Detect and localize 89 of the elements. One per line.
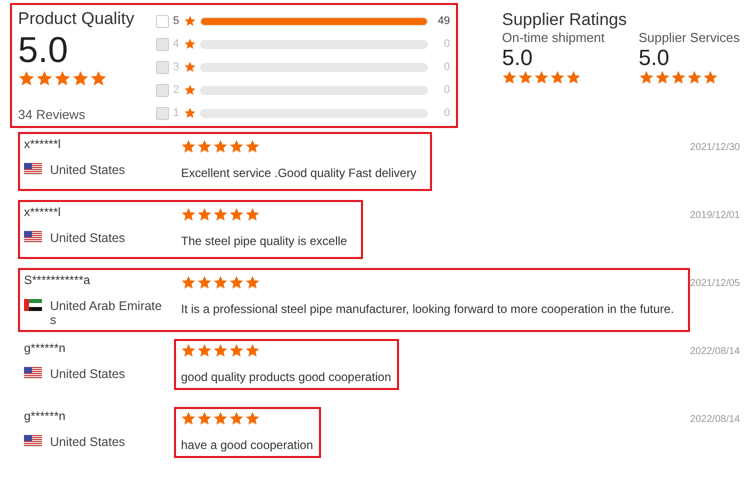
- star-icon: [245, 139, 260, 154]
- star-icon: [184, 84, 196, 96]
- star-icon: [229, 275, 244, 290]
- score: 5.0: [502, 45, 534, 70]
- star-icon: [197, 275, 212, 290]
- rating-count: 0: [442, 84, 450, 96]
- star-icon: [181, 207, 196, 222]
- star-icon: [654, 70, 670, 86]
- star-icon: [213, 411, 228, 426]
- country-name: United States: [50, 231, 126, 245]
- review-text: The steel pipe quality is excelle: [181, 234, 348, 248]
- review-date: 2022/08/14: [690, 413, 741, 425]
- star-icon: [181, 343, 196, 358]
- star-icon: [245, 207, 260, 222]
- section-title: Supplier Ratings: [502, 10, 628, 30]
- star-label: 1: [173, 107, 180, 119]
- flag-icon: [24, 231, 42, 243]
- star-icon: [502, 70, 517, 86]
- star-icon: [184, 61, 196, 73]
- star-icon: [229, 411, 244, 426]
- review-count: 34 Reviews: [18, 107, 86, 122]
- review-date: 2021/12/30: [690, 141, 741, 153]
- flag-icon: [24, 163, 42, 175]
- rating-label: On-time shipment: [502, 30, 605, 45]
- review-date: 2022/08/14: [690, 345, 741, 357]
- reviewer-name: g******n: [24, 341, 66, 355]
- review-text: Excellent service .Good quality Fast delivery: [181, 166, 416, 180]
- review-date: 2019/12/01: [690, 209, 741, 221]
- star-label: 5: [173, 15, 180, 27]
- star-icon: [550, 70, 565, 86]
- star-icon: [181, 139, 196, 154]
- star-icon: [229, 343, 244, 358]
- star-icon: [36, 70, 53, 88]
- star-label: 2: [173, 84, 180, 96]
- star-icon: [90, 70, 107, 88]
- star-icon: [534, 70, 549, 86]
- reviewer-name: x******l: [24, 137, 62, 151]
- country-name: United States: [50, 367, 126, 381]
- rating-count: 0: [442, 38, 450, 50]
- star-icon: [18, 70, 35, 88]
- rating-label: Supplier Services: [638, 30, 740, 45]
- rating-count: 49: [436, 15, 450, 27]
- review-text: have a good cooperation: [181, 438, 314, 452]
- flag-icon: [24, 435, 42, 447]
- star-icon: [229, 139, 244, 154]
- star-icon: [213, 207, 228, 222]
- star-icon: [245, 275, 260, 290]
- section-title: Product Quality: [18, 9, 136, 29]
- reviewer-name: g******n: [24, 409, 66, 423]
- star-icon: [213, 275, 228, 290]
- filter-checkbox[interactable]: [156, 14, 169, 28]
- country-name: United States: [50, 163, 126, 177]
- country-name: United Arab Emirates: [50, 299, 163, 327]
- star-icon: [566, 70, 581, 86]
- star-icon: [197, 207, 212, 222]
- star-icon: [213, 139, 228, 154]
- score: 5.0: [18, 29, 70, 70]
- star-icon: [184, 15, 196, 27]
- star-icon: [197, 343, 212, 358]
- reviewer-name: x******l: [24, 205, 62, 219]
- star-icon: [686, 70, 702, 86]
- star-icon: [181, 411, 196, 426]
- flag-icon: [24, 299, 42, 311]
- star-icon: [518, 70, 533, 86]
- flag-icon: [24, 367, 42, 379]
- star-icon: [213, 343, 228, 358]
- score: 5.0: [638, 45, 670, 70]
- rating-count: 0: [442, 107, 450, 119]
- star-icon: [54, 70, 71, 88]
- star-icon: [72, 70, 89, 88]
- star-icon: [197, 139, 212, 154]
- star-icon: [229, 207, 244, 222]
- country-name: United States: [50, 435, 126, 449]
- reviewer-name: S***********a: [24, 273, 92, 287]
- rating-count: 0: [442, 61, 450, 73]
- star-icon: [638, 70, 654, 86]
- review-text: It is a professional steel pipe manufacturer, looking forward to more cooperation in the future.: [181, 302, 674, 316]
- star-icon: [181, 275, 196, 290]
- star-icon: [197, 411, 212, 426]
- star-icon: [184, 107, 196, 119]
- review-date: 2021/12/05: [690, 277, 741, 289]
- star-label: 4: [173, 38, 180, 50]
- star-icon: [702, 70, 718, 86]
- star-icon: [245, 343, 260, 358]
- star-icon: [670, 70, 686, 86]
- review-text: good quality products good cooperation: [181, 370, 392, 384]
- star-label: 3: [173, 61, 180, 73]
- star-icon: [184, 38, 196, 50]
- star-icon: [245, 411, 260, 426]
